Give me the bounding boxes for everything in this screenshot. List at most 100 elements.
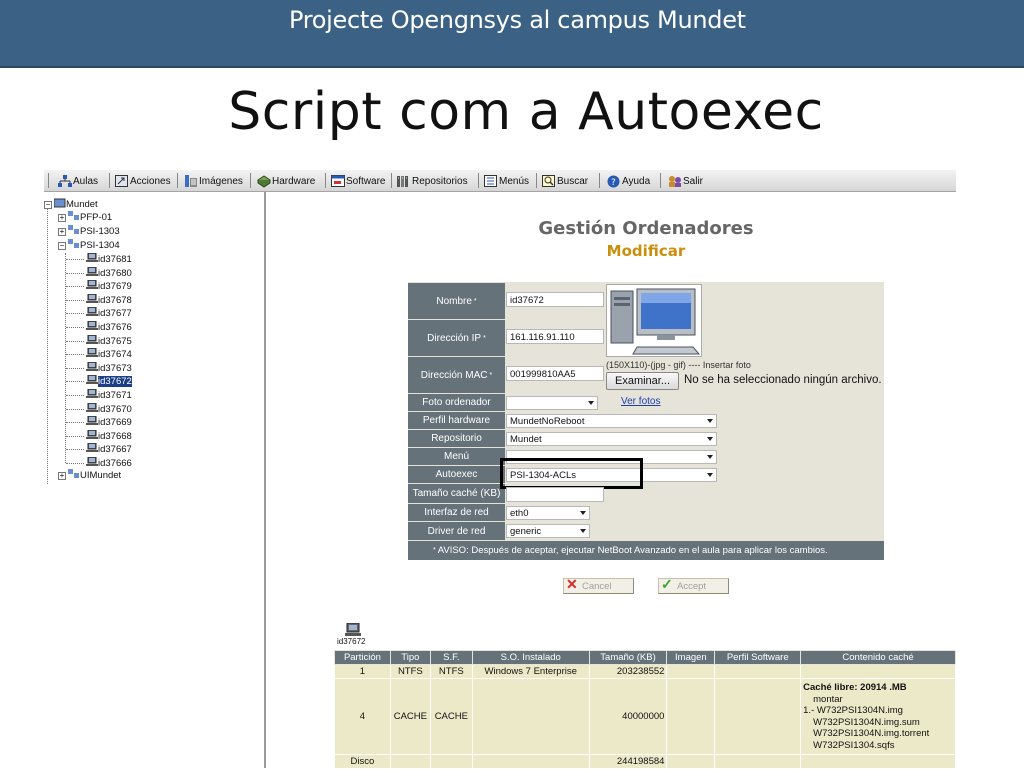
tree-computer-item[interactable]: id37674 <box>86 347 132 361</box>
tree-guide <box>66 422 84 423</box>
repositorio-select-value: Mundet <box>510 434 542 445</box>
column-header: Contenido caché <box>800 650 956 665</box>
repositorio-select[interactable]: Mundet <box>506 432 717 446</box>
tree-node-root[interactable]: − Mundet <box>44 198 98 211</box>
mac-input[interactable]: 001999810AA5 <box>506 366 604 381</box>
software-icon <box>331 174 345 188</box>
browse-button[interactable]: Examinar... <box>606 372 679 390</box>
perfil-select[interactable]: MundetNoReboot <box>506 414 717 428</box>
toolbar-aulas-label: Aulas <box>73 175 99 187</box>
dropdown-arrow-icon <box>580 511 586 515</box>
computer-icon <box>86 388 98 402</box>
tree-computer-item[interactable]: id37669 <box>86 415 132 429</box>
driver-select[interactable]: generic <box>506 524 590 538</box>
tree-computer-item[interactable]: id37672 <box>86 374 132 388</box>
column-header: Tamaño (KB) <box>588 650 668 665</box>
nombre-input[interactable]: id37672 <box>506 292 604 307</box>
tree-computer-item[interactable]: id37673 <box>86 361 132 375</box>
expand-icon[interactable]: + <box>58 213 66 222</box>
cell: CACHE <box>429 678 473 755</box>
slide-title: Script com a Autoexec <box>228 82 824 142</box>
toolbar-aulas[interactable]: Aulas <box>58 172 98 190</box>
tree-computer-item[interactable]: id37671 <box>86 388 132 402</box>
form-title: Gestión Ordenadores <box>538 218 754 239</box>
repository-icon <box>397 175 411 188</box>
tree-node-group[interactable]: − PSI-1304 <box>58 239 120 252</box>
toolbar-software[interactable]: Software <box>331 172 385 190</box>
interfaz-select[interactable]: eth0 <box>506 506 590 520</box>
toolbar-repositorios-label: Repositorios <box>412 175 468 187</box>
tree-computer-item[interactable]: id37675 <box>86 334 132 348</box>
dropdown-arrow-icon <box>707 419 713 423</box>
computer-icon <box>86 320 98 334</box>
toolbar-separator <box>660 173 661 188</box>
dropdown-arrow-icon <box>707 473 713 477</box>
cell <box>800 754 956 769</box>
cell <box>800 664 956 679</box>
toolbar-ayuda-label: Ayuda <box>622 175 651 187</box>
cache-item: W732PSI1304N.img.sum <box>813 716 920 728</box>
tree-node-group[interactable]: + PFP-01 <box>58 211 112 224</box>
hardware-icon <box>257 174 271 188</box>
tree-computer-item[interactable]: id37680 <box>86 266 132 280</box>
tree-computer-item[interactable]: id37679 <box>86 279 132 293</box>
collapse-icon[interactable]: − <box>44 200 52 209</box>
expand-icon[interactable]: + <box>58 471 66 480</box>
help-icon: ? <box>607 175 621 188</box>
tree-computer-item[interactable]: id37670 <box>86 402 132 416</box>
ver-fotos-link[interactable]: Ver fotos <box>621 396 660 407</box>
toolbar-separator <box>109 173 110 188</box>
toolbar-separator <box>250 173 251 188</box>
cell <box>471 678 590 755</box>
cache-item: 1.- W732PSI1304N.img <box>803 705 903 716</box>
tree-node-group[interactable]: + PSI-1303 <box>58 225 120 238</box>
toolbar-separator <box>599 173 600 188</box>
label-foto: Foto ordenador <box>408 394 505 412</box>
tree-computer-item[interactable]: id37667 <box>86 442 132 456</box>
toolbar-salir[interactable]: Salir <box>668 172 703 190</box>
cancel-button[interactable]: ✕ Cancel <box>563 576 634 594</box>
tree-computer-label: id37680 <box>98 268 132 279</box>
collapse-icon[interactable]: − <box>58 241 66 250</box>
partitions-table: Partición Tipo S.F. S.O. Instalado Tamañ… <box>334 650 956 769</box>
cache-input[interactable] <box>506 487 604 502</box>
dropdown-arrow-icon <box>588 401 594 405</box>
warning-bar: * AVISO: Después de aceptar, ejecutar Net… <box>408 541 884 560</box>
tree-computer-item[interactable]: id37676 <box>86 320 132 334</box>
foto-select[interactable] <box>506 396 598 410</box>
toolbar-menus[interactable]: Menús <box>484 172 529 190</box>
tree-computer-label: id37677 <box>98 308 132 319</box>
label-ip: Dirección IP * <box>408 320 505 357</box>
tree-computer-label: id37678 <box>98 295 132 306</box>
toolbar-hardware[interactable]: Hardware <box>257 172 315 190</box>
toolbar-imagenes[interactable]: Imágenes <box>184 172 243 190</box>
accept-button[interactable]: ✓ Accept <box>658 576 729 594</box>
no-file-text: No se ha seleccionado ningún archivo. <box>684 374 882 386</box>
ip-input[interactable]: 161.116.91.110 <box>506 329 604 344</box>
tree-computer-item[interactable]: id37668 <box>86 429 132 443</box>
toolbar-software-label: Software <box>346 175 386 187</box>
label-cache: Tamaño caché (KB) <box>408 484 505 504</box>
tree-computer-item[interactable]: id37678 <box>86 293 132 307</box>
tree-computer-label: id37676 <box>98 322 132 333</box>
toolbar-buscar[interactable]: Buscar <box>542 172 588 190</box>
toolbar-imagenes-label: Imágenes <box>199 175 243 187</box>
cache-mount-text: montar <box>813 693 843 705</box>
table-row: Disco 244198584 <box>334 754 956 769</box>
tree-node-group[interactable]: + UIMundet <box>58 469 121 482</box>
cell: NTFS <box>389 664 431 679</box>
toolbar-acciones[interactable]: Acciones <box>115 172 171 190</box>
column-header: Tipo <box>389 650 431 665</box>
cell <box>389 754 431 769</box>
warning-text: AVISO: Después de aceptar, ejecutar NetB… <box>437 545 828 556</box>
tree-computer-item[interactable]: id37681 <box>86 252 132 266</box>
tree-computer-item[interactable]: id37677 <box>86 306 132 320</box>
toolbar-ayuda[interactable]: ? Ayuda <box>607 172 650 190</box>
expand-icon[interactable]: + <box>58 227 66 236</box>
toolbar-repositorios[interactable]: Repositorios <box>397 172 468 190</box>
cell: NTFS <box>429 664 473 679</box>
toolbar-separator <box>391 173 392 188</box>
column-header: S.F. <box>429 650 473 665</box>
tree-group-label: UIMundet <box>80 470 122 481</box>
tree-computer-label: id37670 <box>98 404 132 415</box>
